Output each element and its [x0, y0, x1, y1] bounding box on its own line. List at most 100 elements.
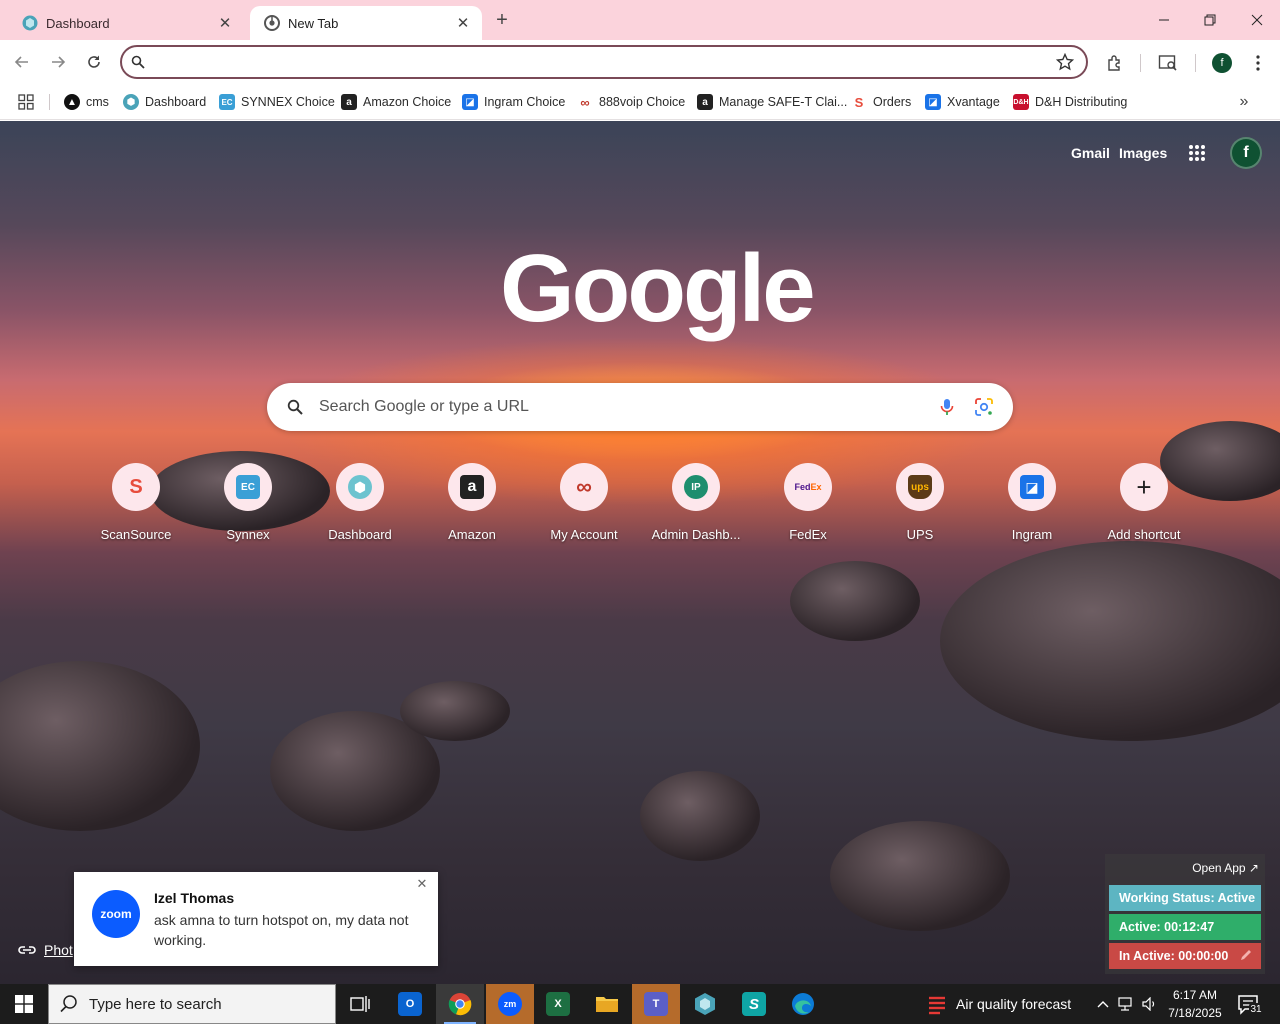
taskbar-zoom[interactable]: zm — [486, 984, 534, 1024]
tab-title: Dashboard — [46, 15, 110, 31]
forward-button[interactable] — [45, 49, 71, 75]
google-account-avatar[interactable]: f — [1230, 137, 1262, 169]
shortcut-ups[interactable]: ups UPS — [864, 463, 976, 553]
google-search-input[interactable] — [319, 395, 919, 419]
bookmark-dh-distributing[interactable]: D&H D&H Distributing — [1013, 92, 1127, 112]
close-window-button[interactable] — [1234, 0, 1280, 40]
shortcut-tile: Fed Ex — [784, 463, 832, 511]
taskbar-search-box[interactable]: Type here to search — [48, 984, 336, 1024]
bookmark-xvantage[interactable]: ◪ Xvantage — [925, 92, 1000, 112]
taskbar-teams[interactable]: T — [632, 984, 680, 1024]
restore-window-button[interactable] — [1187, 0, 1233, 40]
taskbar-file-explorer[interactable] — [583, 984, 631, 1024]
taskbar-edge[interactable] — [779, 984, 827, 1024]
working-status-row: Working Status: Active — [1109, 885, 1261, 911]
show-hidden-icons-button[interactable] — [1094, 984, 1112, 1024]
bookmarks-overflow-icon[interactable]: » — [1234, 92, 1254, 112]
tab-search-icon[interactable] — [1157, 52, 1179, 74]
taskbar-dashboard-app[interactable] — [681, 984, 729, 1024]
tab-new-tab[interactable]: New Tab ✕ — [250, 6, 482, 40]
shortcut-add[interactable]: + Add shortcut — [1088, 463, 1200, 553]
address-bar[interactable] — [120, 45, 1088, 79]
ip-icon: IP — [684, 475, 708, 499]
shortcut-fedex[interactable]: Fed Ex FedEx — [752, 463, 864, 553]
minimize-window-button[interactable] — [1141, 0, 1187, 40]
shortcut-admin-dashboard[interactable]: IP Admin Dashb... — [640, 463, 752, 553]
teams-icon: T — [644, 992, 668, 1016]
bookmark-ingram-choice[interactable]: ◪ Ingram Choice — [462, 92, 565, 112]
task-view-button[interactable] — [336, 984, 384, 1024]
shortcut-synnex[interactable]: EC Synnex — [192, 463, 304, 553]
reload-button[interactable] — [81, 49, 107, 75]
bookmark-label: D&H Distributing — [1035, 95, 1128, 109]
taskbar-chrome[interactable] — [436, 984, 484, 1024]
clock-time: 6:17 AM — [1172, 988, 1218, 1002]
tab-dashboard[interactable]: Dashboard ✕ — [8, 6, 244, 40]
active-time-row: Active: 00:12:47 — [1109, 914, 1261, 940]
background-rock — [640, 771, 760, 861]
google-apps-icon[interactable] — [1188, 144, 1206, 162]
bookmark-orders[interactable]: S Orders — [851, 92, 911, 112]
google-lens-icon[interactable] — [974, 397, 994, 417]
shortcut-label: UPS — [906, 527, 934, 542]
search-icon — [60, 995, 77, 1013]
address-input[interactable] — [154, 52, 1034, 72]
bookmarks-bar: ▲ cms ⬢ Dashboard EC SYNNEX Choice a Ama… — [0, 84, 1280, 120]
profile-avatar[interactable]: f — [1212, 53, 1232, 73]
taskbar-outlook[interactable]: O — [386, 984, 434, 1024]
hexagon-icon — [695, 993, 715, 1015]
images-link[interactable]: Images — [1119, 145, 1167, 165]
search-icon — [287, 399, 303, 415]
close-tab-icon[interactable]: ✕ — [454, 14, 472, 32]
background-rock — [830, 821, 1010, 931]
bookmark-star-icon[interactable] — [1056, 53, 1074, 71]
bookmark-cms[interactable]: ▲ cms — [64, 92, 109, 112]
amazon-icon: a — [460, 475, 484, 499]
time-tracker-widget: Open App ↗ Working Status: Active Active… — [1105, 854, 1265, 974]
zoom-notification[interactable]: zoom Izel Thomas ask amna to turn hotspo… — [74, 872, 438, 966]
network-icon[interactable] — [1116, 984, 1136, 1024]
shortcut-label: Admin Dashb... — [651, 527, 741, 542]
background-rock — [790, 561, 920, 641]
bookmark-synnex-choice[interactable]: EC SYNNEX Choice — [219, 92, 335, 112]
back-button[interactable] — [9, 49, 35, 75]
shortcut-tile: S — [112, 463, 160, 511]
folder-icon — [596, 997, 618, 1012]
shortcut-my-account[interactable]: ∞ My Account — [528, 463, 640, 553]
close-tab-icon[interactable]: ✕ — [216, 14, 234, 32]
shortcut-label: Dashboard — [328, 527, 392, 542]
volume-icon[interactable] — [1140, 984, 1160, 1024]
kebab-menu-icon[interactable] — [1247, 52, 1269, 74]
bookmark-dashboard[interactable]: ⬢ Dashboard — [123, 92, 206, 112]
shortcut-scansource[interactable]: S ScanSource — [80, 463, 192, 553]
extensions-icon[interactable] — [1104, 52, 1126, 74]
bookmark-manage-safe-t[interactable]: a Manage SAFE-T Clai... — [697, 92, 847, 112]
shortcut-amazon[interactable]: a Amazon — [416, 463, 528, 553]
google-search-box[interactable] — [267, 383, 1013, 431]
shortcut-dashboard[interactable]: ⬢ Dashboard — [304, 463, 416, 553]
amazon-icon: a — [697, 94, 713, 110]
windows-taskbar: Type here to search O zm X T S Air quali… — [0, 984, 1280, 1024]
apps-shortcut-icon[interactable] — [18, 92, 34, 112]
close-icon[interactable]: ✕ — [415, 876, 429, 891]
new-tab-button[interactable]: + — [490, 8, 514, 32]
start-button[interactable] — [0, 984, 48, 1024]
cms-icon: ▲ — [64, 94, 80, 110]
bookmark-amazon-choice[interactable]: a Amazon Choice — [341, 92, 451, 112]
bookmark-888voip-choice[interactable]: ∞ 888voip Choice — [577, 92, 685, 112]
gmail-link[interactable]: Gmail — [1071, 145, 1110, 165]
system-clock[interactable]: 6:17 AM 7/18/2025 — [1160, 986, 1230, 1022]
background-rock — [940, 541, 1280, 741]
background-rock — [0, 661, 200, 831]
new-tab-page: Gmail Images f Google S ScanSource EC Sy… — [0, 121, 1280, 984]
pencil-icon[interactable] — [1239, 948, 1253, 962]
shortcut-ingram[interactable]: ◪ Ingram — [976, 463, 1088, 553]
photo-attribution-link[interactable]: Phot — [18, 940, 73, 960]
taskbar-app-s[interactable]: S — [730, 984, 778, 1024]
arrow-left-icon — [14, 56, 28, 68]
weather-widget[interactable]: Air quality forecast — [926, 984, 1071, 1024]
taskbar-excel[interactable]: X — [534, 984, 582, 1024]
microphone-icon[interactable] — [937, 397, 957, 417]
background-rock — [400, 681, 510, 741]
open-app-link[interactable]: Open App ↗ — [1192, 861, 1259, 875]
